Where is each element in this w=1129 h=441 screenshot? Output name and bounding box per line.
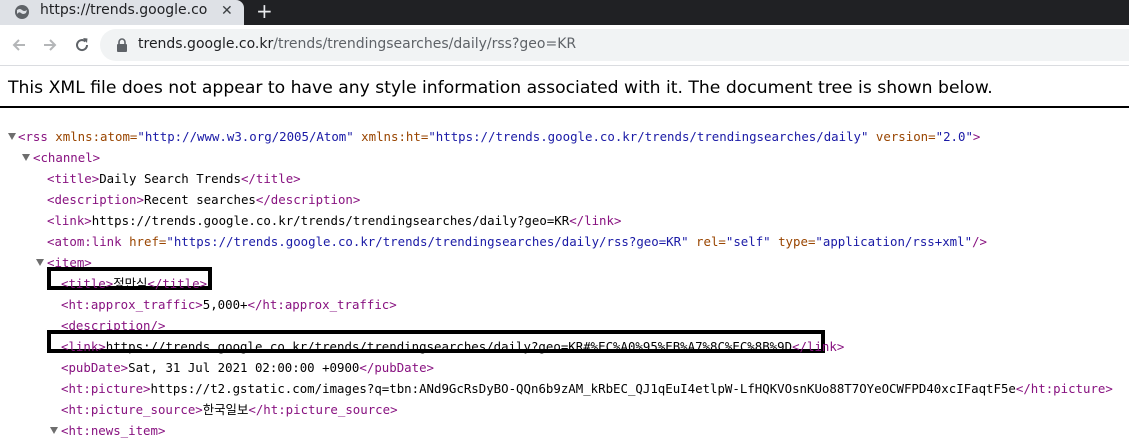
- title-close-tag: </title>: [240, 171, 301, 186]
- picture-source-text: 한국일보: [202, 402, 249, 417]
- rss-attr-value: "2.0": [935, 129, 973, 144]
- item-title-text: 정만식: [113, 276, 148, 291]
- picture-source-close-tag: </ht:picture_source>: [248, 402, 398, 417]
- picture-open-tag: <ht:picture>: [61, 381, 151, 396]
- description-close-tag: </description>: [255, 192, 361, 207]
- address-bar[interactable]: trends.google.co.kr/trends/trendingsearc…: [100, 29, 1129, 61]
- rss-open-tag: <rss: [18, 129, 48, 144]
- picture-source-line: <ht:picture_source>한국일보</ht:picture_sour…: [61, 399, 398, 420]
- atom-link-attr-name: href=: [121, 234, 167, 249]
- title-line: <title>Daily Search Trends</title>: [47, 168, 301, 189]
- item-link-open-tag: <link>: [61, 339, 106, 354]
- picture-close-tag: </ht:picture>: [1015, 381, 1113, 396]
- link-line: <link>https://trends.google.co.kr/trends…: [47, 210, 621, 231]
- back-icon[interactable]: [9, 35, 29, 55]
- item-title-close-tag: </title>: [147, 276, 208, 291]
- reload-icon[interactable]: [72, 35, 92, 55]
- url-host: trends.google.co.kr: [138, 36, 274, 52]
- pubdate-open-tag: <pubDate>: [61, 360, 129, 375]
- atom-link-attr-value: "self": [725, 234, 771, 249]
- collapse-item-icon[interactable]: [36, 259, 44, 266]
- description-line: <description>Recent searches</descriptio…: [47, 189, 360, 210]
- rss-attr-value: "https://trends.google.co.kr/trends/tren…: [428, 129, 869, 144]
- url-path: /trends/trendingsearches/daily/rss?geo=K…: [273, 36, 577, 52]
- link-close-tag: </link>: [569, 213, 622, 228]
- description-text: Recent searches: [143, 192, 256, 207]
- item-link-close-tag: </link>: [792, 339, 845, 354]
- item-link-text: https://trends.google.co.kr/trends/trend…: [105, 339, 793, 354]
- channel-line: <channel>: [33, 147, 100, 168]
- channel-open-tag: <channel>: [33, 150, 101, 165]
- collapse-news-item-icon[interactable]: [50, 427, 58, 434]
- atom-link-line: <atom:link href="https://trends.google.c…: [47, 231, 987, 252]
- atom-link-attr-name: type=: [770, 234, 816, 249]
- approx-traffic-line: <ht:approx_traffic>5,000+</ht:approx_tra…: [61, 294, 397, 315]
- notice-divider: [0, 106, 1129, 108]
- url-text: trends.google.co.kr/trends/trendingsearc…: [138, 36, 576, 52]
- lock-icon[interactable]: [116, 38, 128, 52]
- link-text: https://trends.google.co.kr/trends/trend…: [91, 213, 570, 228]
- approx-traffic-open-tag: <ht:approx_traffic>: [61, 297, 203, 312]
- approx-traffic-close-tag: </ht:approx_traffic>: [247, 297, 397, 312]
- collapse-rss-icon[interactable]: [8, 133, 16, 140]
- atom-link-attr-value: "https://trends.google.co.kr/trends/tren…: [166, 234, 689, 249]
- forward-icon[interactable]: [40, 35, 60, 55]
- link-open-tag: <link>: [47, 213, 92, 228]
- picture-source-open-tag: <ht:picture_source>: [61, 402, 203, 417]
- atom-link-open-tag: <atom:link: [47, 234, 122, 249]
- rss-attr-name: version=: [868, 129, 936, 144]
- xml-style-notice: This XML file does not appear to have an…: [8, 78, 993, 98]
- collapse-channel-icon[interactable]: [22, 154, 30, 161]
- rss-attr-name: xmlns:ht=: [353, 129, 429, 144]
- globe-icon: [15, 5, 29, 19]
- rss-attr-value: "http://www.w3.org/2005/Atom": [137, 129, 354, 144]
- atom-link-attr-name: rel=: [688, 234, 726, 249]
- item-link-line: <link>https://trends.google.co.kr/trends…: [61, 336, 844, 357]
- browser-tab[interactable]: https://trends.google.co ✕: [0, 0, 244, 25]
- new-tab-icon[interactable]: +: [256, 0, 273, 23]
- tab-strip: https://trends.google.co ✕ +: [0, 0, 1129, 25]
- pubdate-text: Sat, 31 Jul 2021 02:00:00 +0900: [128, 360, 360, 375]
- title-text: Daily Search Trends: [99, 171, 241, 186]
- approx-traffic-text: 5,000+: [202, 297, 248, 312]
- rss-line: <rss xmlns:atom="http://www.w3.org/2005/…: [18, 126, 980, 147]
- picture-line: <ht:picture>https://t2.gstatic.com/image…: [61, 378, 1113, 399]
- rss-attr-name: xmlns:atom=: [47, 129, 138, 144]
- rss-tag-end: >: [972, 129, 981, 144]
- pubdate-line: <pubDate>Sat, 31 Jul 2021 02:00:00 +0900…: [61, 357, 434, 378]
- tab-title: https://trends.google.co: [40, 2, 208, 18]
- news-item-line: <ht:news_item>: [61, 420, 165, 441]
- item-title-line: <title>정만식</title>: [61, 273, 207, 294]
- close-tab-icon[interactable]: ✕: [221, 3, 233, 19]
- atom-link-tag-end: />: [972, 234, 987, 249]
- atom-link-attr-value: "application/rss+xml": [815, 234, 973, 249]
- pubdate-close-tag: </pubDate>: [359, 360, 435, 375]
- description-open-tag: <description>: [47, 192, 144, 207]
- title-open-tag: <title>: [47, 171, 100, 186]
- item-title-open-tag: <title>: [61, 276, 114, 291]
- browser-toolbar: trends.google.co.kr/trends/trendingsearc…: [0, 25, 1129, 66]
- news-item-open-tag: <ht:news_item>: [61, 423, 166, 438]
- picture-text: https://t2.gstatic.com/images?q=tbn:ANd9…: [150, 381, 1016, 396]
